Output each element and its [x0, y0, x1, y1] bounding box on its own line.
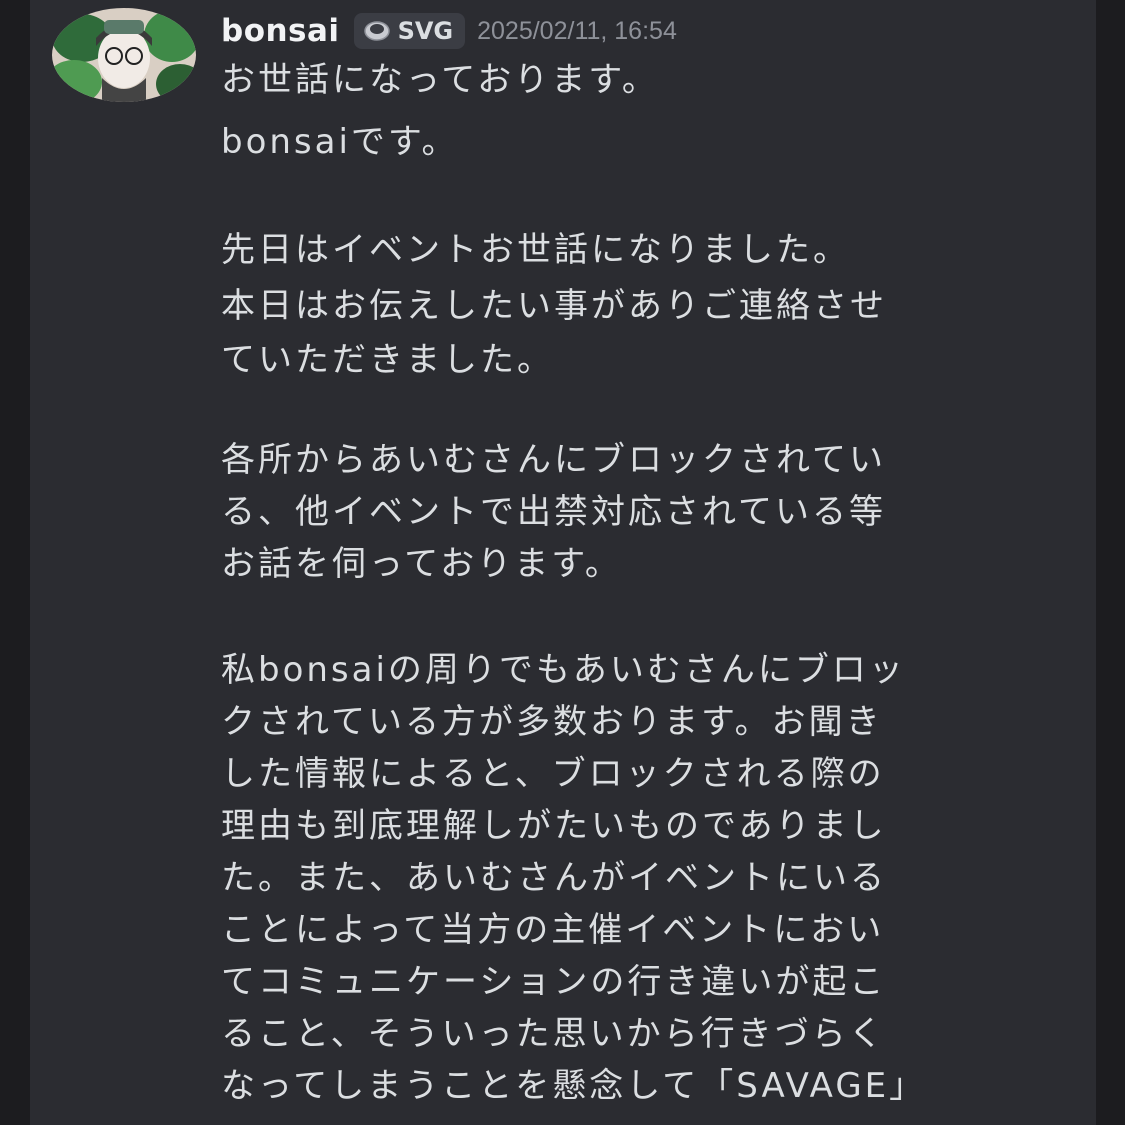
author-name[interactable]: bonsai	[221, 13, 340, 49]
message-line: クされている方が多数おります。お聞き	[221, 702, 883, 742]
avatar-image	[52, 8, 196, 102]
message-timestamp: 2025/02/11, 16:54	[477, 16, 677, 45]
avatar[interactable]	[52, 8, 196, 102]
message-line: 本日はお伝えしたい事がありご連絡させ	[221, 286, 887, 326]
message-line: てコミュニケーションの行き違いが起こ	[221, 962, 887, 1002]
server-tag-label: SVG	[397, 17, 454, 45]
message-line: お話を伺っております。	[221, 544, 622, 584]
message-line: ことによって当方の主催イベントにおい	[221, 910, 885, 950]
tag-badge-icon	[363, 21, 390, 41]
message-line: ること、そういった思いから行きづらく	[221, 1014, 886, 1054]
server-tag[interactable]: SVG	[353, 13, 466, 49]
message-line: ていただきました。	[221, 340, 554, 380]
message-line: る、他イベントで出禁対応されている等	[221, 492, 886, 532]
message-line: 理由も到底理解しがたいものでありまし	[221, 806, 887, 846]
message-line: 私bonsaiの周りでもあいむさんにブロッ	[221, 650, 906, 690]
message-header: bonsai SVG 2025/02/11, 16:54	[221, 8, 677, 54]
message-line: bonsaiです。	[221, 122, 459, 162]
message-line: 各所からあいむさんにブロックされてい	[221, 440, 886, 480]
message-line: なってしまうことを懸念して「SAVAGE」	[221, 1066, 927, 1106]
chat-screen: bonsai SVG 2025/02/11, 16:54 お世話になっております…	[0, 0, 1125, 1125]
message-line: した情報によると、ブロックされる際の	[221, 754, 885, 794]
message-line: 先日はイベントお世話になりました。	[221, 230, 850, 270]
message-line: た。また、あいむさんがイベントにいる	[221, 858, 887, 898]
message-line: お世話になっております。	[221, 60, 659, 100]
